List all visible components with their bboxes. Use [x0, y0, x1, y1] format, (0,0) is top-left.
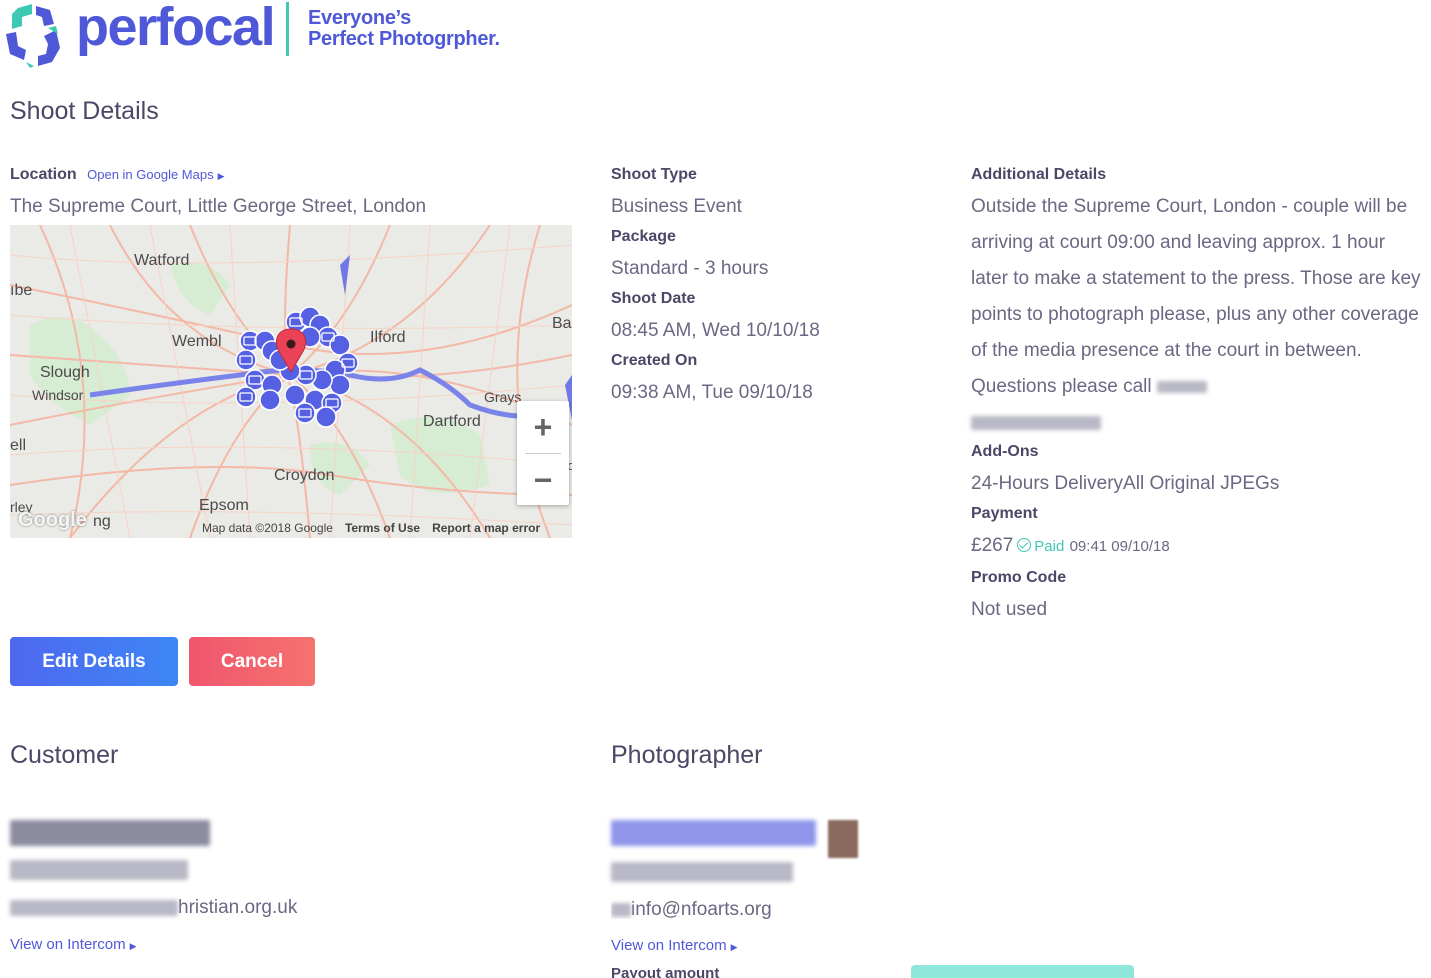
tagline-line-2: Perfect Photogrpher. [308, 28, 500, 50]
report-map-error-link[interactable]: Report a map error [432, 521, 540, 535]
customer-email-suffix: hristian.org.uk [178, 897, 298, 918]
payment-status: Paid [1034, 538, 1065, 555]
map-label-watford: Watford [134, 252, 190, 269]
shoot-date-value: 08:45 AM, Wed 10/10/18 [611, 320, 820, 341]
customer-intercom-text: View on Intercom [10, 936, 126, 953]
promo-code-label: Promo Code [971, 569, 1067, 586]
map-label-windsor: Windsor [32, 387, 84, 403]
photographer-intercom-link[interactable]: View on Intercom ▶ [611, 937, 738, 954]
payment-label: Payment [971, 505, 1038, 522]
customer-email-redacted [10, 899, 178, 916]
map-label-ng: ng [93, 513, 111, 530]
brand-wordmark[interactable]: perfocal [76, 0, 276, 58]
package-label: Package [611, 228, 676, 245]
redacted-phone-number [971, 415, 1101, 430]
map-label-epsom: Epsom [199, 497, 249, 514]
customer-phone-redacted [10, 860, 188, 880]
additional-details-value: Outside the Supreme Court, London - coup… [971, 189, 1421, 441]
header: perfocal Everyone’s Perfect Photogrpher. [4, 0, 604, 70]
header-divider [286, 2, 289, 56]
photographer-email-suffix: info@nfoarts.org [631, 899, 772, 919]
triangle-right-icon: ▶ [129, 941, 137, 951]
photographer-title: Photographer [611, 741, 763, 769]
map-label-slough: Slough [40, 364, 90, 381]
payout-action-button[interactable] [911, 965, 1134, 978]
map-label-wembley: Wembl [172, 333, 222, 350]
perfocal-logo-icon [6, 4, 60, 68]
photographer-avatar [828, 820, 858, 858]
check-circle-icon [1017, 538, 1032, 552]
customer-intercom-link[interactable]: View on Intercom ▶ [10, 936, 137, 953]
open-google-maps-link[interactable]: Open in Google Maps ▶ [87, 167, 224, 182]
payout-amount-label: Payout amount [611, 965, 720, 978]
map-label-ilford: Ilford [370, 329, 406, 346]
triangle-right-icon: ▶ [730, 942, 738, 952]
customer-title: Customer [10, 741, 119, 769]
photographer-intercom-text: View on Intercom [611, 937, 727, 954]
location-label: Location [10, 166, 77, 183]
payment-row: £267 Paid 09:41 09/10/18 [971, 535, 1170, 557]
location-map[interactable]: Watford Wembl Ilford Slough Windsor Dart… [10, 225, 572, 538]
map-label-grays: Grays [484, 389, 522, 405]
map-canvas [10, 225, 572, 538]
google-logo[interactable]: Google [18, 509, 87, 532]
shoot-type-value: Business Event [611, 196, 742, 217]
zoom-out-button[interactable]: − [517, 454, 569, 506]
location-value: The Supreme Court, Little George Street,… [10, 196, 427, 217]
brand-tagline: Everyone’s Perfect Photogrpher. [308, 8, 500, 50]
triangle-right-icon: ▶ [217, 171, 225, 181]
map-attribution: Map data ©2018 Google Terms of Use Report … [202, 521, 540, 535]
payment-amount: £267 [971, 535, 1014, 556]
map-label-dartford: Dartford [423, 413, 481, 430]
map-label-ell: ell [10, 437, 27, 454]
photographer-phone-redacted [611, 862, 793, 882]
created-on-value: 09:38 AM, Tue 09/10/18 [611, 382, 813, 403]
add-ons-value: 24-Hours DeliveryAll Original JPEGs [971, 473, 1280, 494]
location-label-row: Location Open in Google Maps ▶ [10, 166, 225, 184]
photographer-email-redacted [611, 902, 631, 917]
photographer-name-redacted[interactable] [611, 820, 816, 846]
map-label-ibe: ıbe [10, 282, 33, 299]
customer-name-redacted [10, 820, 210, 846]
cancel-button[interactable]: Cancel [189, 637, 315, 686]
zoom-in-button[interactable]: + [517, 401, 569, 453]
shoot-date-label: Shoot Date [611, 290, 696, 307]
add-ons-label: Add-Ons [971, 443, 1039, 460]
additional-details-text: Outside the Supreme Court, London - coup… [971, 196, 1421, 397]
tagline-line-1: Everyone’s [308, 7, 411, 29]
open-google-maps-text: Open in Google Maps [87, 167, 214, 182]
map-zoom-control: + − [517, 401, 569, 505]
created-on-label: Created On [611, 352, 698, 369]
package-value: Standard - 3 hours [611, 258, 769, 279]
customer-email[interactable]: hristian.org.uk [10, 897, 297, 919]
map-label-croydon: Croydon [274, 467, 335, 484]
edit-details-button[interactable]: Edit Details [10, 637, 178, 686]
map-label-ba: Ba [552, 315, 572, 332]
payment-time: 09:41 09/10/18 [1069, 538, 1170, 555]
terms-of-use-link[interactable]: Terms of Use [345, 521, 420, 535]
shoot-type-label: Shoot Type [611, 166, 697, 183]
promo-code-value: Not used [971, 599, 1048, 620]
photographer-email[interactable]: info@nfoarts.org [611, 899, 772, 919]
map-data-attribution: Map data ©2018 Google [202, 521, 333, 535]
additional-details-label: Additional Details [971, 166, 1107, 183]
redacted-phone-name [1156, 380, 1207, 393]
shoot-details-title: Shoot Details [10, 97, 159, 125]
